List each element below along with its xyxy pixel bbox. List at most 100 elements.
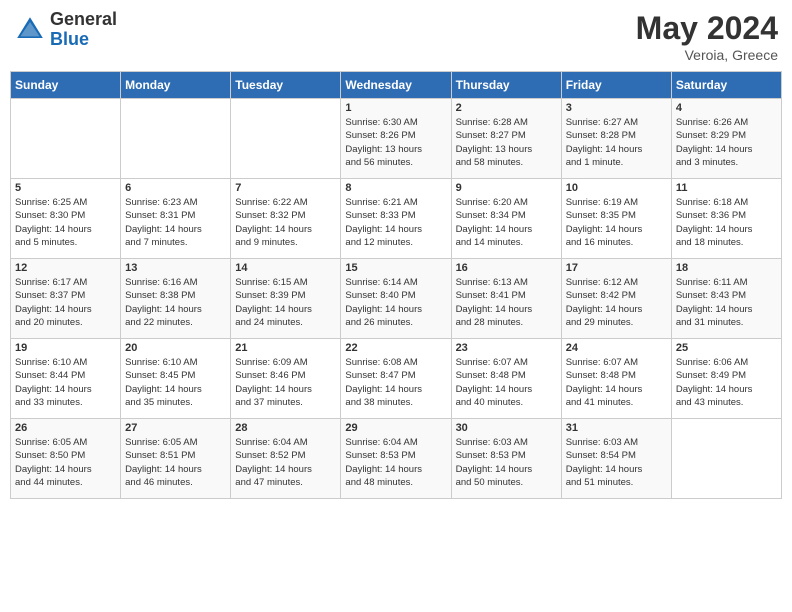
location: Veroia, Greece	[636, 47, 778, 63]
day-info: Sunrise: 6:21 AMSunset: 8:33 PMDaylight:…	[345, 196, 446, 249]
day-cell: 31Sunrise: 6:03 AMSunset: 8:54 PMDayligh…	[561, 419, 671, 499]
day-cell: 6 Sunrise: 6:23 AMSunset: 8:31 PMDaylight…	[121, 179, 231, 259]
day-info: Sunrise: 6:07 AMSunset: 8:48 PMDaylight:…	[456, 356, 557, 409]
day-cell: 2 Sunrise: 6:28 AMSunset: 8:27 PMDaylight…	[451, 99, 561, 179]
logo: General Blue	[14, 10, 117, 50]
day-cell: 29 Sunrise: 6:04 AMSunset: 8:53 PMDayligh…	[341, 419, 451, 499]
day-number: 6	[125, 182, 226, 194]
day-number: 29	[345, 422, 446, 434]
day-cell: 23 Sunrise: 6:07 AMSunset: 8:48 PMDayligh…	[451, 339, 561, 419]
calendar-body: 1 Sunrise: 6:30 AMSunset: 8:26 PMDaylight…	[11, 99, 782, 499]
day-number: 5	[15, 182, 116, 194]
day-cell: 10Sunrise: 6:19 AMSunset: 8:35 PMDayligh…	[561, 179, 671, 259]
day-cell: 19 Sunrise: 6:10 AMSunset: 8:44 PMDayligh…	[11, 339, 121, 419]
week-row-2: 5Sunrise: 6:25 AMSunset: 8:30 PMDaylight…	[11, 179, 782, 259]
day-cell: 3 Sunrise: 6:27 AMSunset: 8:28 PMDaylight…	[561, 99, 671, 179]
day-info: Sunrise: 6:07 AMSunset: 8:48 PMDaylight:…	[566, 356, 667, 409]
day-info: Sunrise: 6:09 AMSunset: 8:46 PMDaylight:…	[235, 356, 336, 409]
header-row: SundayMondayTuesdayWednesdayThursdayFrid…	[11, 72, 782, 99]
day-cell: 17 Sunrise: 6:12 AMSunset: 8:42 PMDayligh…	[561, 259, 671, 339]
day-number: 12	[15, 262, 116, 274]
header-day-friday: Friday	[561, 72, 671, 99]
day-cell: 8 Sunrise: 6:21 AMSunset: 8:33 PMDaylight…	[341, 179, 451, 259]
logo-general: General	[50, 10, 117, 30]
week-row-4: 19 Sunrise: 6:10 AMSunset: 8:44 PMDayligh…	[11, 339, 782, 419]
day-info: Sunrise: 6:04 AMSunset: 8:53 PMDaylight:…	[345, 436, 446, 489]
day-info: Sunrise: 6:06 AMSunset: 8:49 PMDaylight:…	[676, 356, 777, 409]
day-number: 20	[125, 342, 226, 354]
day-cell: 13Sunrise: 6:16 AMSunset: 8:38 PMDayligh…	[121, 259, 231, 339]
day-cell	[121, 99, 231, 179]
day-info: Sunrise: 6:11 AMSunset: 8:43 PMDaylight:…	[676, 276, 777, 329]
calendar: SundayMondayTuesdayWednesdayThursdayFrid…	[10, 71, 782, 499]
day-cell: 4 Sunrise: 6:26 AMSunset: 8:29 PMDaylight…	[671, 99, 781, 179]
day-number: 11	[676, 182, 777, 194]
day-info: Sunrise: 6:28 AMSunset: 8:27 PMDaylight:…	[456, 116, 557, 169]
day-cell: 24Sunrise: 6:07 AMSunset: 8:48 PMDayligh…	[561, 339, 671, 419]
page-header: General Blue May 2024 Veroia, Greece	[10, 10, 782, 63]
day-info: Sunrise: 6:12 AMSunset: 8:42 PMDaylight:…	[566, 276, 667, 329]
day-number: 18	[676, 262, 777, 274]
day-number: 30	[456, 422, 557, 434]
day-number: 2	[456, 102, 557, 114]
day-info: Sunrise: 6:15 AMSunset: 8:39 PMDaylight:…	[235, 276, 336, 329]
day-cell: 15Sunrise: 6:14 AMSunset: 8:40 PMDayligh…	[341, 259, 451, 339]
day-info: Sunrise: 6:10 AMSunset: 8:44 PMDaylight:…	[15, 356, 116, 409]
day-number: 17	[566, 262, 667, 274]
week-row-3: 12 Sunrise: 6:17 AMSunset: 8:37 PMDayligh…	[11, 259, 782, 339]
day-number: 19	[15, 342, 116, 354]
day-number: 23	[456, 342, 557, 354]
logo-icon	[14, 14, 46, 46]
day-info: Sunrise: 6:23 AMSunset: 8:31 PMDaylight:…	[125, 196, 226, 249]
header-day-thursday: Thursday	[451, 72, 561, 99]
day-cell: 25 Sunrise: 6:06 AMSunset: 8:49 PMDayligh…	[671, 339, 781, 419]
title-block: May 2024 Veroia, Greece	[636, 10, 778, 63]
day-info: Sunrise: 6:27 AMSunset: 8:28 PMDaylight:…	[566, 116, 667, 169]
logo-text: General Blue	[50, 10, 117, 50]
day-cell	[671, 419, 781, 499]
day-info: Sunrise: 6:10 AMSunset: 8:45 PMDaylight:…	[125, 356, 226, 409]
header-day-tuesday: Tuesday	[231, 72, 341, 99]
day-cell: 12 Sunrise: 6:17 AMSunset: 8:37 PMDayligh…	[11, 259, 121, 339]
day-cell: 1 Sunrise: 6:30 AMSunset: 8:26 PMDaylight…	[341, 99, 451, 179]
day-cell: 5Sunrise: 6:25 AMSunset: 8:30 PMDaylight…	[11, 179, 121, 259]
day-info: Sunrise: 6:18 AMSunset: 8:36 PMDaylight:…	[676, 196, 777, 249]
day-number: 15	[345, 262, 446, 274]
day-cell: 30Sunrise: 6:03 AMSunset: 8:53 PMDayligh…	[451, 419, 561, 499]
day-cell: 7Sunrise: 6:22 AMSunset: 8:32 PMDaylight…	[231, 179, 341, 259]
day-cell: 9Sunrise: 6:20 AMSunset: 8:34 PMDaylight…	[451, 179, 561, 259]
day-info: Sunrise: 6:30 AMSunset: 8:26 PMDaylight:…	[345, 116, 446, 169]
logo-blue: Blue	[50, 30, 117, 50]
day-number: 10	[566, 182, 667, 194]
day-number: 1	[345, 102, 446, 114]
day-number: 27	[125, 422, 226, 434]
day-info: Sunrise: 6:16 AMSunset: 8:38 PMDaylight:…	[125, 276, 226, 329]
day-info: Sunrise: 6:13 AMSunset: 8:41 PMDaylight:…	[456, 276, 557, 329]
day-info: Sunrise: 6:22 AMSunset: 8:32 PMDaylight:…	[235, 196, 336, 249]
header-day-saturday: Saturday	[671, 72, 781, 99]
day-cell: 20 Sunrise: 6:10 AMSunset: 8:45 PMDayligh…	[121, 339, 231, 419]
week-row-1: 1 Sunrise: 6:30 AMSunset: 8:26 PMDaylight…	[11, 99, 782, 179]
day-number: 3	[566, 102, 667, 114]
day-cell	[231, 99, 341, 179]
day-info: Sunrise: 6:03 AMSunset: 8:54 PMDaylight:…	[566, 436, 667, 489]
day-cell: 21 Sunrise: 6:09 AMSunset: 8:46 PMDayligh…	[231, 339, 341, 419]
calendar-header: SundayMondayTuesdayWednesdayThursdayFrid…	[11, 72, 782, 99]
day-number: 14	[235, 262, 336, 274]
day-number: 21	[235, 342, 336, 354]
day-cell: 14 Sunrise: 6:15 AMSunset: 8:39 PMDayligh…	[231, 259, 341, 339]
header-day-monday: Monday	[121, 72, 231, 99]
day-number: 8	[345, 182, 446, 194]
day-cell: 11 Sunrise: 6:18 AMSunset: 8:36 PMDayligh…	[671, 179, 781, 259]
day-cell: 26Sunrise: 6:05 AMSunset: 8:50 PMDayligh…	[11, 419, 121, 499]
day-cell: 27Sunrise: 6:05 AMSunset: 8:51 PMDayligh…	[121, 419, 231, 499]
day-number: 16	[456, 262, 557, 274]
day-info: Sunrise: 6:08 AMSunset: 8:47 PMDaylight:…	[345, 356, 446, 409]
day-cell: 28Sunrise: 6:04 AMSunset: 8:52 PMDayligh…	[231, 419, 341, 499]
day-number: 25	[676, 342, 777, 354]
day-info: Sunrise: 6:26 AMSunset: 8:29 PMDaylight:…	[676, 116, 777, 169]
day-info: Sunrise: 6:17 AMSunset: 8:37 PMDaylight:…	[15, 276, 116, 329]
day-number: 4	[676, 102, 777, 114]
day-cell: 18 Sunrise: 6:11 AMSunset: 8:43 PMDayligh…	[671, 259, 781, 339]
day-number: 9	[456, 182, 557, 194]
